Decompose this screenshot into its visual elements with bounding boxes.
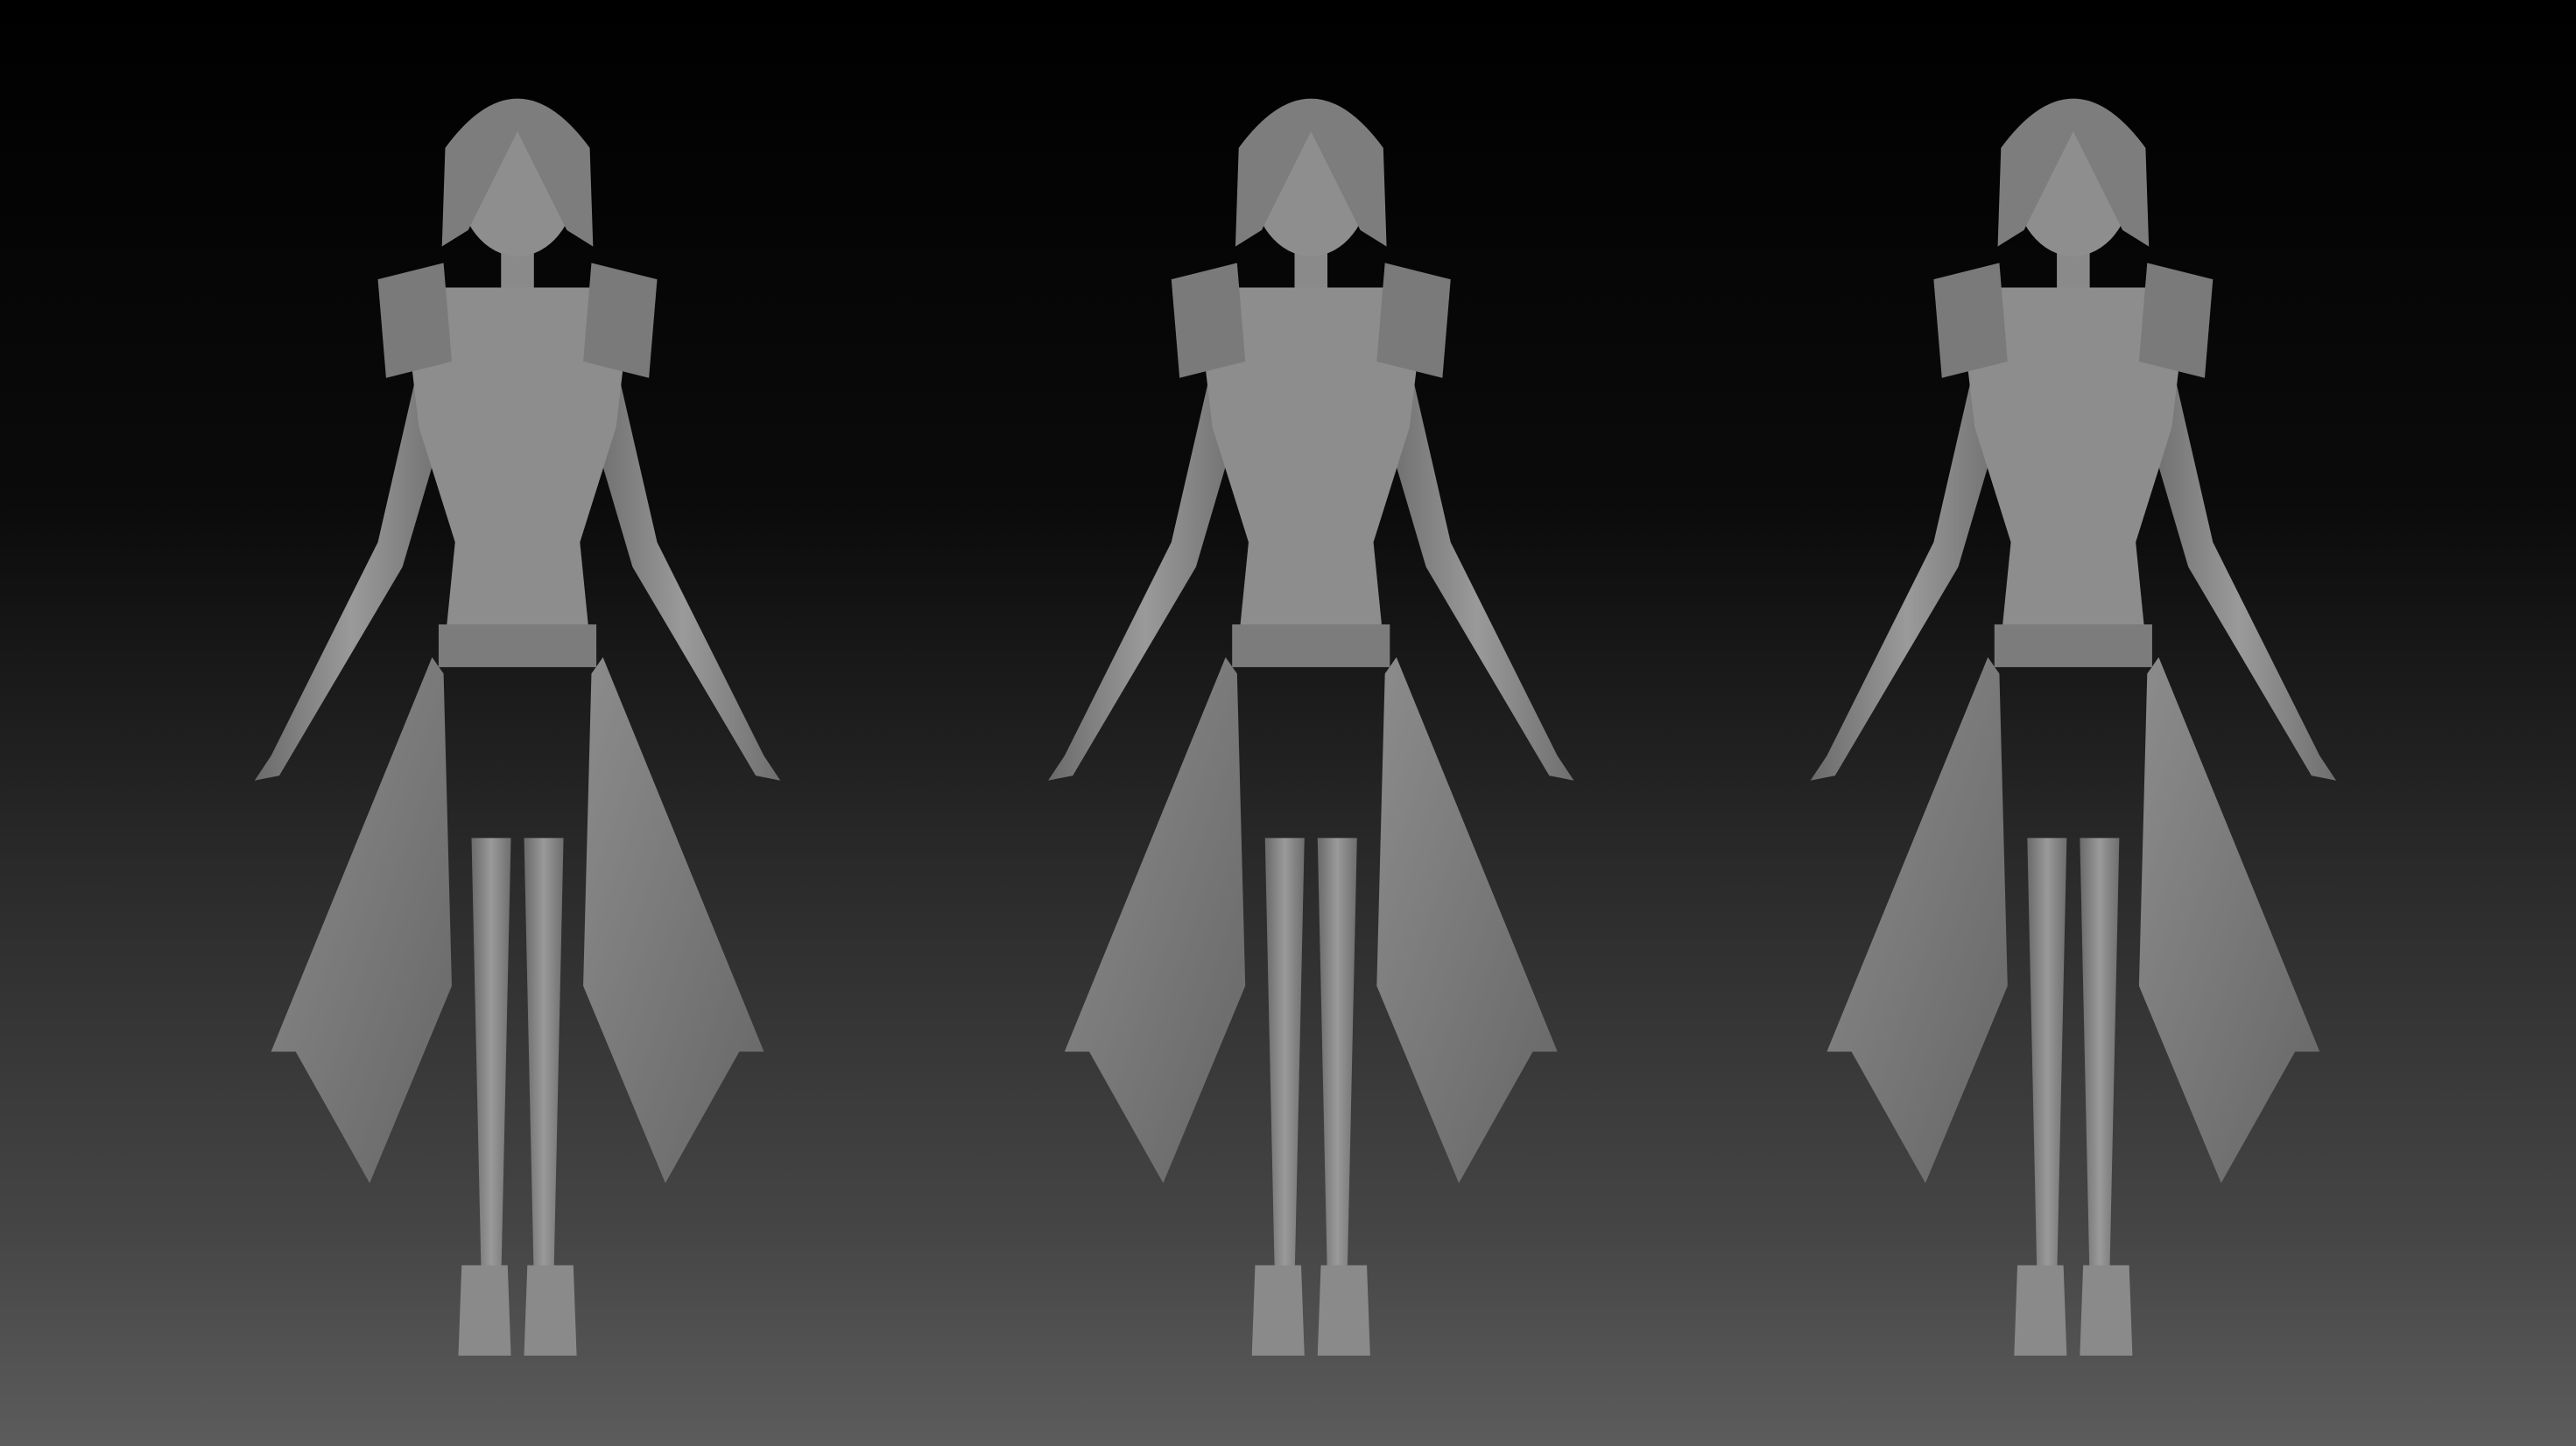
render-viewport — [0, 0, 2576, 1446]
character-back-view — [254, 98, 781, 1356]
character-three-quarter-view — [1810, 98, 2337, 1356]
character-turnaround — [254, 98, 2337, 1356]
character-front-view — [1048, 98, 1574, 1356]
